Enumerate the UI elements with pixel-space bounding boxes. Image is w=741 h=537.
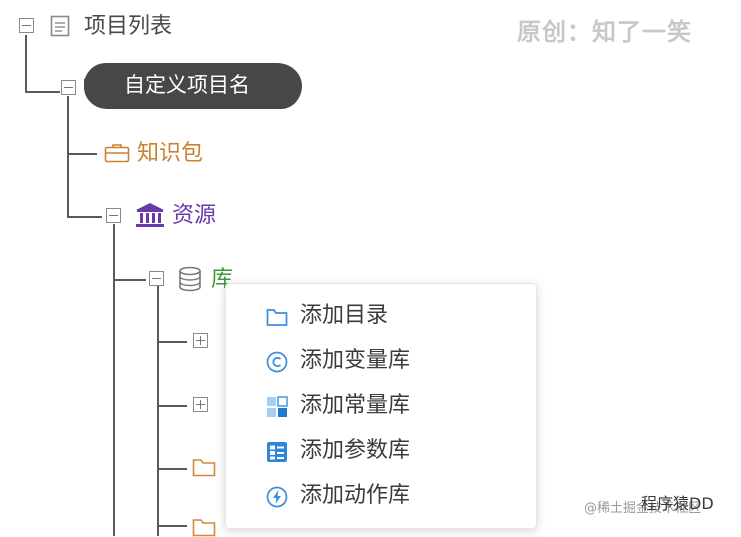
menu-item-label: 添加动作库 — [300, 483, 411, 508]
tree-line-project — [67, 96, 69, 218]
expand-toggle-lib-child-1[interactable] — [193, 333, 208, 348]
tree-line-lib-child-4 — [157, 525, 187, 527]
menu-item-add-variable-library[interactable]: 添加变量库 — [226, 341, 536, 381]
menu-item-label: 添加变量库 — [300, 348, 411, 373]
tree-node-resources-label[interactable]: 资源 — [172, 201, 216, 231]
tree-line-root — [25, 35, 27, 92]
tree-node-knowledge-pack-label[interactable]: 知识包 — [137, 139, 203, 169]
tree-line-lib-child-3 — [157, 468, 187, 470]
database-icon — [179, 266, 201, 292]
tree-line-lib-child-1 — [157, 341, 187, 343]
menu-item-label: 添加参数库 — [300, 438, 411, 463]
tree-node-root-label[interactable]: 项目列表 — [84, 12, 172, 42]
document-icon — [50, 15, 70, 37]
action-bolt-icon — [266, 486, 288, 508]
menu-item-add-parameter-library[interactable]: 添加参数库 — [226, 431, 536, 471]
menu-item-add-directory[interactable]: 添加目录 — [226, 296, 536, 336]
menu-item-add-action-library[interactable]: 添加动作库 — [226, 476, 536, 516]
tree-line-root-branch — [25, 91, 60, 93]
collapse-toggle-library[interactable] — [149, 271, 164, 286]
collapse-toggle-root[interactable] — [19, 18, 34, 33]
menu-item-label: 添加目录 — [300, 303, 389, 328]
tree-node-project-label[interactable]: 自定义项目名 — [124, 70, 250, 100]
folder-icon — [192, 459, 216, 477]
tree-line-knowledge — [67, 153, 97, 155]
variable-c-icon — [266, 351, 288, 373]
context-menu: 添加目录 添加变量库 添加常量库 添加参数库 添加动作库 — [225, 283, 537, 529]
bank-icon — [136, 203, 164, 227]
parameter-list-icon — [267, 442, 287, 462]
author-watermark: 原创：知了一笑 — [517, 18, 692, 46]
menu-item-label: 添加常量库 — [300, 393, 411, 418]
tree-line-lib-child-2 — [157, 405, 187, 407]
folder-icon — [266, 309, 288, 326]
account-watermark: 程序猿DD — [641, 494, 714, 513]
tree-line-resources-children — [113, 224, 115, 536]
constant-grid-icon — [267, 396, 288, 417]
tree-line-library — [113, 279, 146, 281]
collapse-toggle-project[interactable] — [61, 80, 76, 95]
collapse-toggle-resources[interactable] — [106, 208, 121, 223]
expand-toggle-lib-child-2[interactable] — [193, 397, 208, 412]
tree-line-library-children — [157, 286, 159, 536]
briefcase-icon — [104, 144, 130, 163]
tree-line-resources — [67, 216, 102, 218]
folder-icon — [192, 519, 216, 537]
menu-item-add-constant-library[interactable]: 添加常量库 — [226, 386, 536, 426]
